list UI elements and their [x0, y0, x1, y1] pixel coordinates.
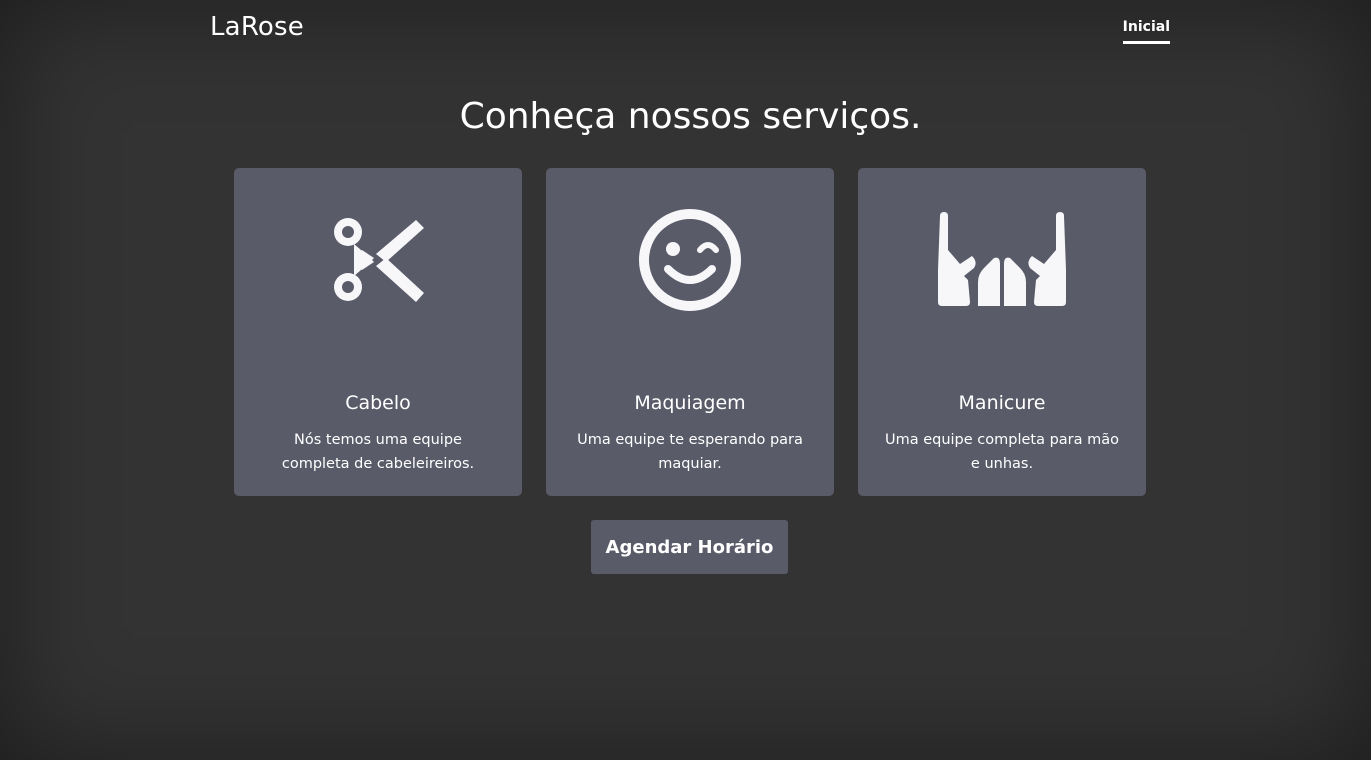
scissors-icon	[234, 204, 522, 316]
wink-face-icon	[546, 204, 834, 316]
service-card-cabelo: Cabelo Nós temos uma equipe completa de …	[234, 168, 522, 496]
service-card-maquiagem: Maquiagem Uma equipe te esperando para m…	[546, 168, 834, 496]
service-title: Maquiagem	[634, 392, 746, 414]
page-title: Conheça nossos serviços.	[459, 96, 922, 137]
service-description: Uma equipe completa para mão e unhas.	[884, 432, 1120, 472]
service-description: Uma equipe te esperando para maquiar.	[577, 432, 803, 472]
service-description: Nós temos uma equipe completa de cabelei…	[281, 432, 475, 472]
services-list: Cabelo Nós temos uma equipe completa de …	[234, 168, 1146, 496]
service-title: Cabelo	[345, 392, 411, 414]
nav-link-inicial[interactable]: Inicial	[1122, 19, 1170, 44]
hands-icon	[858, 204, 1146, 316]
site-header: LaRose Inicial	[210, 0, 1170, 60]
service-title: Manicure	[958, 392, 1046, 414]
service-card-manicure: Manicure Uma equipe completa para mão e …	[858, 168, 1146, 496]
brand-logo[interactable]: LaRose	[210, 12, 304, 42]
schedule-button[interactable]: Agendar Horário	[591, 520, 788, 574]
